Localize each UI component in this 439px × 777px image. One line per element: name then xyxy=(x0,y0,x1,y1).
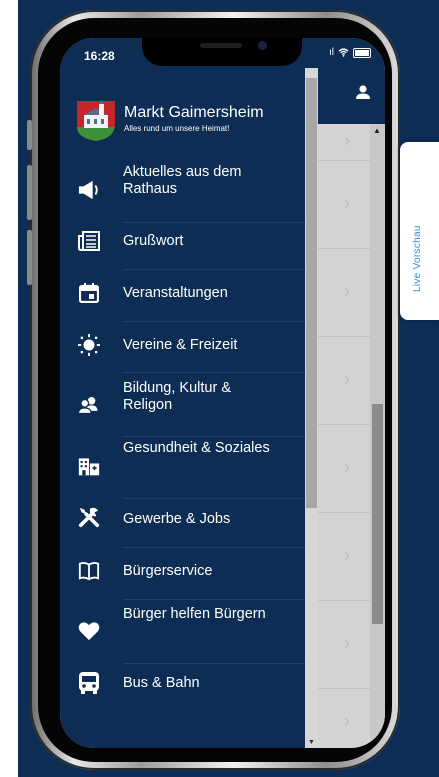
tools-icon xyxy=(78,506,100,528)
menu-divider xyxy=(123,269,305,270)
menu-divider xyxy=(123,498,305,499)
chevron-right-icon: › xyxy=(344,545,350,565)
list-item[interactable]: › xyxy=(318,425,370,513)
live-preview-label: Live Vorschau xyxy=(412,225,423,292)
menu-divider xyxy=(123,599,305,600)
list-item[interactable]: › xyxy=(318,513,370,601)
list-item[interactable]: › xyxy=(318,161,370,249)
chevron-right-icon: › xyxy=(344,281,350,301)
menu-item-gewerbe[interactable]: Gewerbe & Jobs xyxy=(60,504,305,534)
list-item[interactable]: › xyxy=(318,249,370,337)
town-crest-logo xyxy=(77,100,115,141)
chevron-right-icon: › xyxy=(344,369,350,389)
menu-divider xyxy=(123,547,305,548)
book-icon xyxy=(78,560,100,582)
menu-item-buergerservice[interactable]: Bürgerservice xyxy=(60,556,305,586)
status-bar: 16:28 ıl xyxy=(60,38,385,68)
wifi-icon xyxy=(338,48,349,57)
menu-divider xyxy=(123,436,305,437)
menu-divider xyxy=(123,222,305,223)
live-preview-tab[interactable]: Live Vorschau xyxy=(400,142,439,320)
list-item[interactable]: › xyxy=(318,124,370,161)
menu-label: Bürgerservice xyxy=(123,563,213,579)
menu-item-gesundheit[interactable]: Gesundheit & Soziales xyxy=(60,440,305,492)
content-scroll-thumb[interactable] xyxy=(372,404,383,624)
bus-icon xyxy=(78,672,100,694)
scroll-down-arrow-icon[interactable]: ▼ xyxy=(308,739,315,746)
newspaper-icon xyxy=(78,230,100,252)
people-icon xyxy=(78,394,100,416)
phone-screen: 16:28 ıl › › › › › › › › ▲ Markt Gaimers… xyxy=(60,38,385,748)
volume-down-button xyxy=(27,230,32,285)
app-title: Markt Gaimersheim xyxy=(124,104,264,121)
sun-icon xyxy=(78,334,100,356)
menu-divider xyxy=(123,372,305,373)
chevron-right-icon: › xyxy=(344,193,350,213)
signal-icon: ıl xyxy=(329,47,334,58)
menu-label: Bürger helfen Bürgern xyxy=(123,606,266,622)
drawer-scrollbar[interactable]: ▼ xyxy=(305,68,318,748)
menu-label: Grußwort xyxy=(123,233,184,249)
menu-label: Bildung, Kultur & Religon xyxy=(123,380,232,413)
menu-item-veranstaltungen[interactable]: Veranstaltungen xyxy=(60,278,305,308)
menu-item-buerger-helfen[interactable]: Bürger helfen Bürgern xyxy=(60,604,305,656)
menu-label: Gewerbe & Jobs xyxy=(123,511,231,527)
status-icons: ıl xyxy=(329,47,371,58)
list-item[interactable]: › xyxy=(318,689,370,748)
drawer-scroll-thumb[interactable] xyxy=(306,78,317,508)
battery-icon xyxy=(353,47,371,58)
buildings-icon xyxy=(78,455,100,477)
megaphone-icon xyxy=(78,179,100,201)
speaker-grille xyxy=(200,43,242,48)
mute-switch xyxy=(27,120,32,150)
menu-divider xyxy=(123,321,305,322)
list-item[interactable]: › xyxy=(318,337,370,425)
content-scrollbar[interactable]: ▲ xyxy=(370,124,385,748)
chevron-right-icon: › xyxy=(344,711,350,731)
menu-label: Veranstaltungen xyxy=(123,285,228,301)
calendar-icon xyxy=(78,282,100,304)
chevron-right-icon: › xyxy=(344,130,350,150)
menu-item-grusswort[interactable]: Grußwort xyxy=(60,226,305,256)
menu-label: Gesundheit & Soziales xyxy=(123,440,270,456)
navigation-drawer: Markt Gaimersheim Alles rund um unsere H… xyxy=(60,68,318,748)
menu-item-vereine[interactable]: Vereine & Freizeit xyxy=(60,330,305,360)
menu-item-bus-bahn[interactable]: Bus & Bahn xyxy=(60,668,305,698)
app-subtitle: Alles rund um unsere Heimat! xyxy=(124,124,230,133)
volume-up-button xyxy=(27,165,32,220)
front-camera xyxy=(258,41,267,50)
menu-divider xyxy=(123,663,305,664)
app-header-bar xyxy=(318,68,385,124)
drawer-header: Markt Gaimersheim Alles rund um unsere H… xyxy=(60,68,318,141)
menu-label: Vereine & Freizeit xyxy=(123,337,238,353)
menu-item-bildung[interactable]: Bildung, Kultur & Religon xyxy=(60,378,305,430)
scroll-up-arrow-icon[interactable]: ▲ xyxy=(373,126,381,135)
chevron-right-icon: › xyxy=(344,633,350,653)
menu-label: Aktuelles aus dem Rathaus xyxy=(123,164,242,197)
content-list: › › › › › › › › xyxy=(318,124,370,748)
menu-label: Bus & Bahn xyxy=(123,675,200,691)
notch xyxy=(142,38,302,66)
chevron-right-icon: › xyxy=(344,457,350,477)
user-icon[interactable] xyxy=(355,84,371,100)
heart-icon xyxy=(78,620,100,642)
status-time: 16:28 xyxy=(84,49,115,63)
menu-item-aktuelles[interactable]: Aktuelles aus dem Rathaus xyxy=(60,164,305,216)
list-item[interactable]: › xyxy=(318,601,370,689)
